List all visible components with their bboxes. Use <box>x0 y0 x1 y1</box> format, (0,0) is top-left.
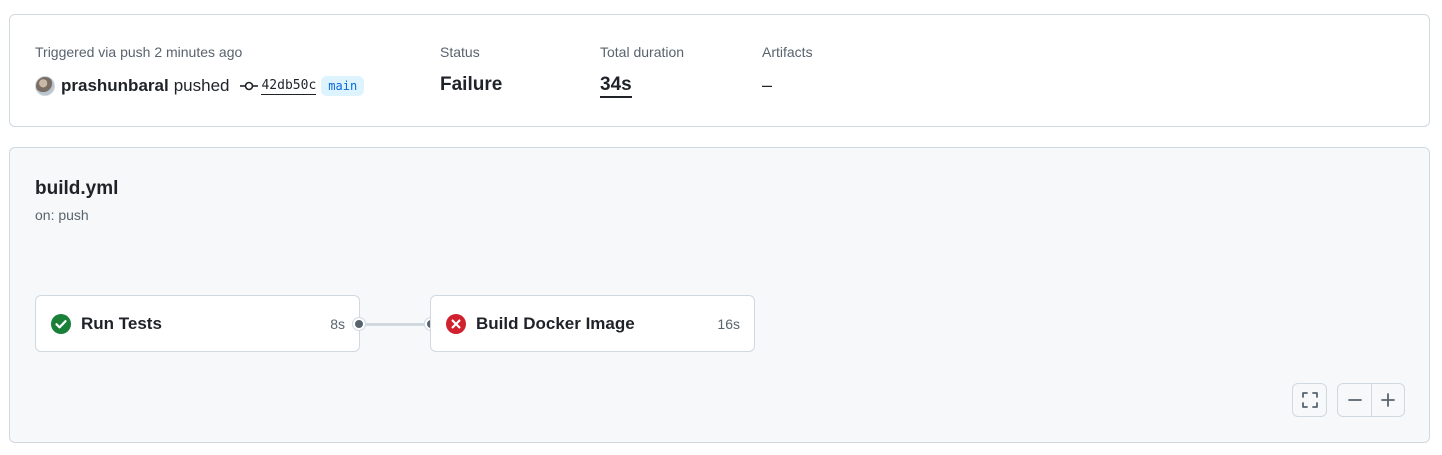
zoom-out-button[interactable] <box>1338 384 1371 416</box>
workflow-name: build.yml <box>35 178 119 199</box>
job-connector <box>359 323 431 326</box>
check-circle-fill-icon <box>51 313 71 334</box>
artifacts-value: – <box>762 75 773 95</box>
workflow-event: on: push <box>35 207 89 223</box>
workflow-graph: build.yml on: push Run Tests 8s Build Do… <box>9 147 1430 443</box>
job-run-tests[interactable]: Run Tests 8s <box>35 295 360 352</box>
job-duration: 16s <box>717 315 740 332</box>
connector-node-out <box>353 318 365 330</box>
x-circle-fill-icon <box>446 313 466 334</box>
job-build-docker-image[interactable]: Build Docker Image 16s <box>430 295 755 352</box>
actor-link[interactable]: prashunbaral <box>61 76 169 96</box>
fullscreen-icon <box>1293 384 1326 416</box>
fullscreen-button[interactable] <box>1292 383 1327 417</box>
action-text: pushed <box>173 76 230 95</box>
zoom-in-icon <box>1381 393 1395 407</box>
zoom-in-button[interactable] <box>1371 384 1404 416</box>
job-name: Run Tests <box>81 313 162 333</box>
avatar[interactable] <box>35 76 55 96</box>
status-label: Status <box>440 44 480 60</box>
git-commit-icon <box>240 81 259 91</box>
duration-link[interactable]: 34s <box>600 74 632 98</box>
job-name: Build Docker Image <box>476 313 635 333</box>
duration-label: Total duration <box>600 44 685 60</box>
status-value: Failure <box>440 74 503 95</box>
artifacts-label: Artifacts <box>762 44 813 60</box>
run-summary-card: Triggered via push 2 minutes ago prashun… <box>9 14 1430 127</box>
job-duration: 8s <box>330 315 345 332</box>
zoom-out-icon <box>1347 399 1362 401</box>
commit-sha-link[interactable]: 42db50c <box>261 78 317 95</box>
trigger-row: prashunbaral pushed 42db50c main <box>35 74 365 98</box>
branch-badge[interactable]: main <box>321 76 365 96</box>
zoom-controls <box>1337 383 1405 417</box>
trigger-text: Triggered via push 2 minutes ago <box>35 44 243 60</box>
